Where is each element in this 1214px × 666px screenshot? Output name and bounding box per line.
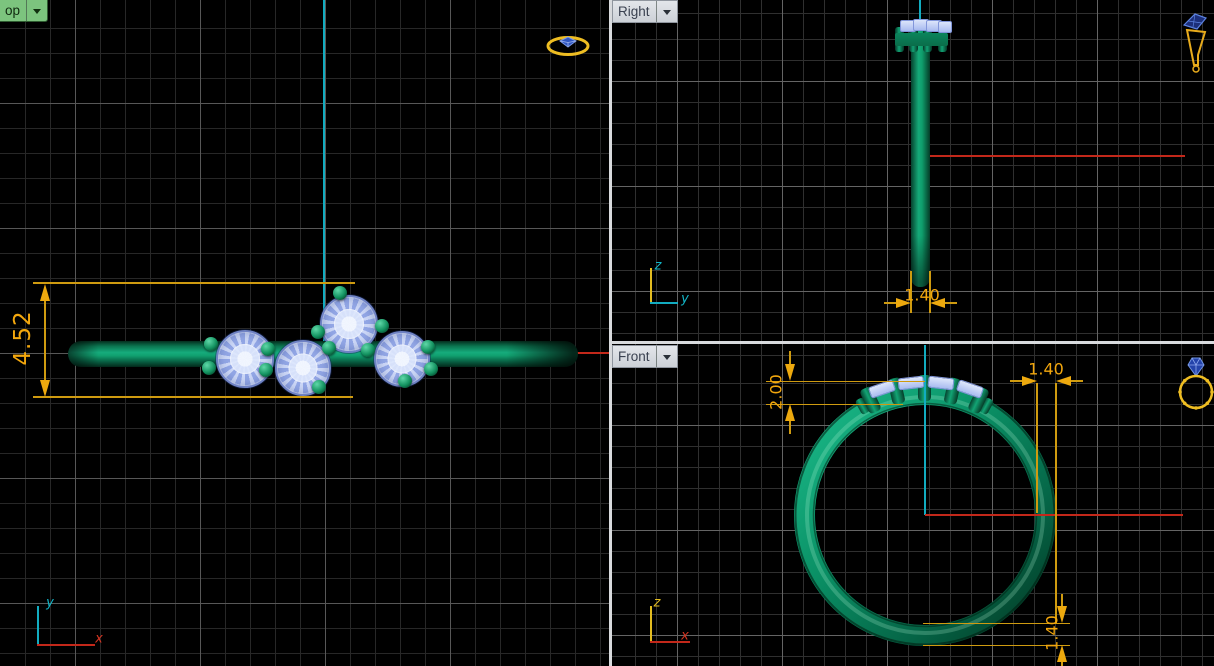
x-axis-line [925, 514, 1183, 516]
dropdown-arrow-icon[interactable] [663, 10, 671, 19]
gemstone[interactable] [216, 330, 274, 388]
axis-indicator-x [37, 644, 95, 646]
axis-indicator-z [650, 268, 652, 304]
prong[interactable] [424, 362, 438, 376]
dimension-line [789, 421, 791, 434]
viewport-top[interactable]: 4.52 y x op [0, 0, 609, 666]
setting-gallery[interactable] [895, 33, 948, 46]
dimension-arrow-up [40, 284, 50, 301]
axis-indicator-y [37, 606, 39, 644]
prong[interactable] [375, 319, 389, 333]
prong[interactable] [322, 341, 336, 355]
dimension-arrow-down [785, 364, 795, 381]
dimension-text[interactable]: 4.52 [10, 310, 36, 365]
dimension-line [1010, 380, 1022, 382]
dimension-arrow-down [40, 380, 50, 397]
axis-label-x: x [95, 632, 103, 647]
label-separator [656, 1, 657, 22]
prong[interactable] [204, 337, 218, 351]
dimension-extension-line [1036, 383, 1038, 513]
dimension-line [789, 351, 791, 364]
viewport-label-text: op [0, 2, 26, 20]
label-separator [656, 346, 657, 367]
dimension-text[interactable]: 1.40 [1028, 360, 1064, 379]
prong[interactable] [202, 361, 216, 375]
ring-front-view-icon[interactable] [1176, 350, 1214, 412]
prong[interactable] [261, 342, 275, 356]
dimension-extension-line [1055, 383, 1057, 623]
axis-label-x: x [681, 629, 689, 644]
dimension-extension-line [33, 282, 355, 284]
prong[interactable] [361, 343, 375, 357]
ring-band-side-view[interactable] [911, 29, 930, 287]
prong[interactable] [333, 286, 347, 300]
ring-side-view-icon[interactable] [1178, 8, 1212, 76]
prong[interactable] [398, 374, 412, 388]
dimension-text[interactable]: 1.40 [1043, 615, 1062, 651]
dimension-line [44, 301, 46, 380]
dimension-line [1071, 380, 1083, 382]
gemstone[interactable] [938, 21, 952, 33]
cad-workspace: 4.52 y x op [0, 0, 1214, 666]
axis-label-y: y [681, 292, 689, 307]
viewport-divider-vertical[interactable] [609, 0, 612, 666]
prong[interactable] [421, 340, 435, 354]
axis-indicator-z [650, 606, 652, 643]
prong[interactable] [259, 363, 273, 377]
viewport-label-top[interactable]: op [0, 0, 48, 22]
z-axis-line [924, 345, 926, 515]
axis-label-y: y [46, 596, 54, 611]
dropdown-arrow-icon[interactable] [33, 9, 41, 18]
viewport-right[interactable]: 1.40 z y Right [612, 0, 1214, 341]
axis-label-z: z [655, 259, 662, 274]
viewport-label-front[interactable]: Front [612, 345, 678, 368]
viewport-label-text: Front [613, 348, 656, 366]
ring-top-view-icon[interactable] [546, 30, 592, 58]
viewport-divider-horizontal[interactable] [609, 341, 1214, 344]
viewport-label-right[interactable]: Right [612, 0, 678, 23]
viewport-label-text: Right [613, 3, 656, 21]
horizontal-axis-line [929, 155, 1185, 157]
prong[interactable] [311, 325, 325, 339]
dimension-arrow-up [785, 404, 795, 421]
y-axis-line [323, 0, 325, 353]
axis-label-z: z [654, 596, 661, 611]
prong[interactable] [312, 380, 326, 394]
axis-indicator-y [650, 302, 678, 304]
dimension-extension-line [33, 396, 353, 398]
dimension-text[interactable]: 1.40 [904, 286, 940, 305]
label-separator [26, 0, 27, 21]
dimension-text[interactable]: 2.00 [767, 374, 786, 410]
dimension-line [944, 302, 957, 304]
viewport-front[interactable]: 2.00 1.40 1.40 z x [612, 344, 1214, 666]
dropdown-arrow-icon[interactable] [663, 355, 671, 364]
